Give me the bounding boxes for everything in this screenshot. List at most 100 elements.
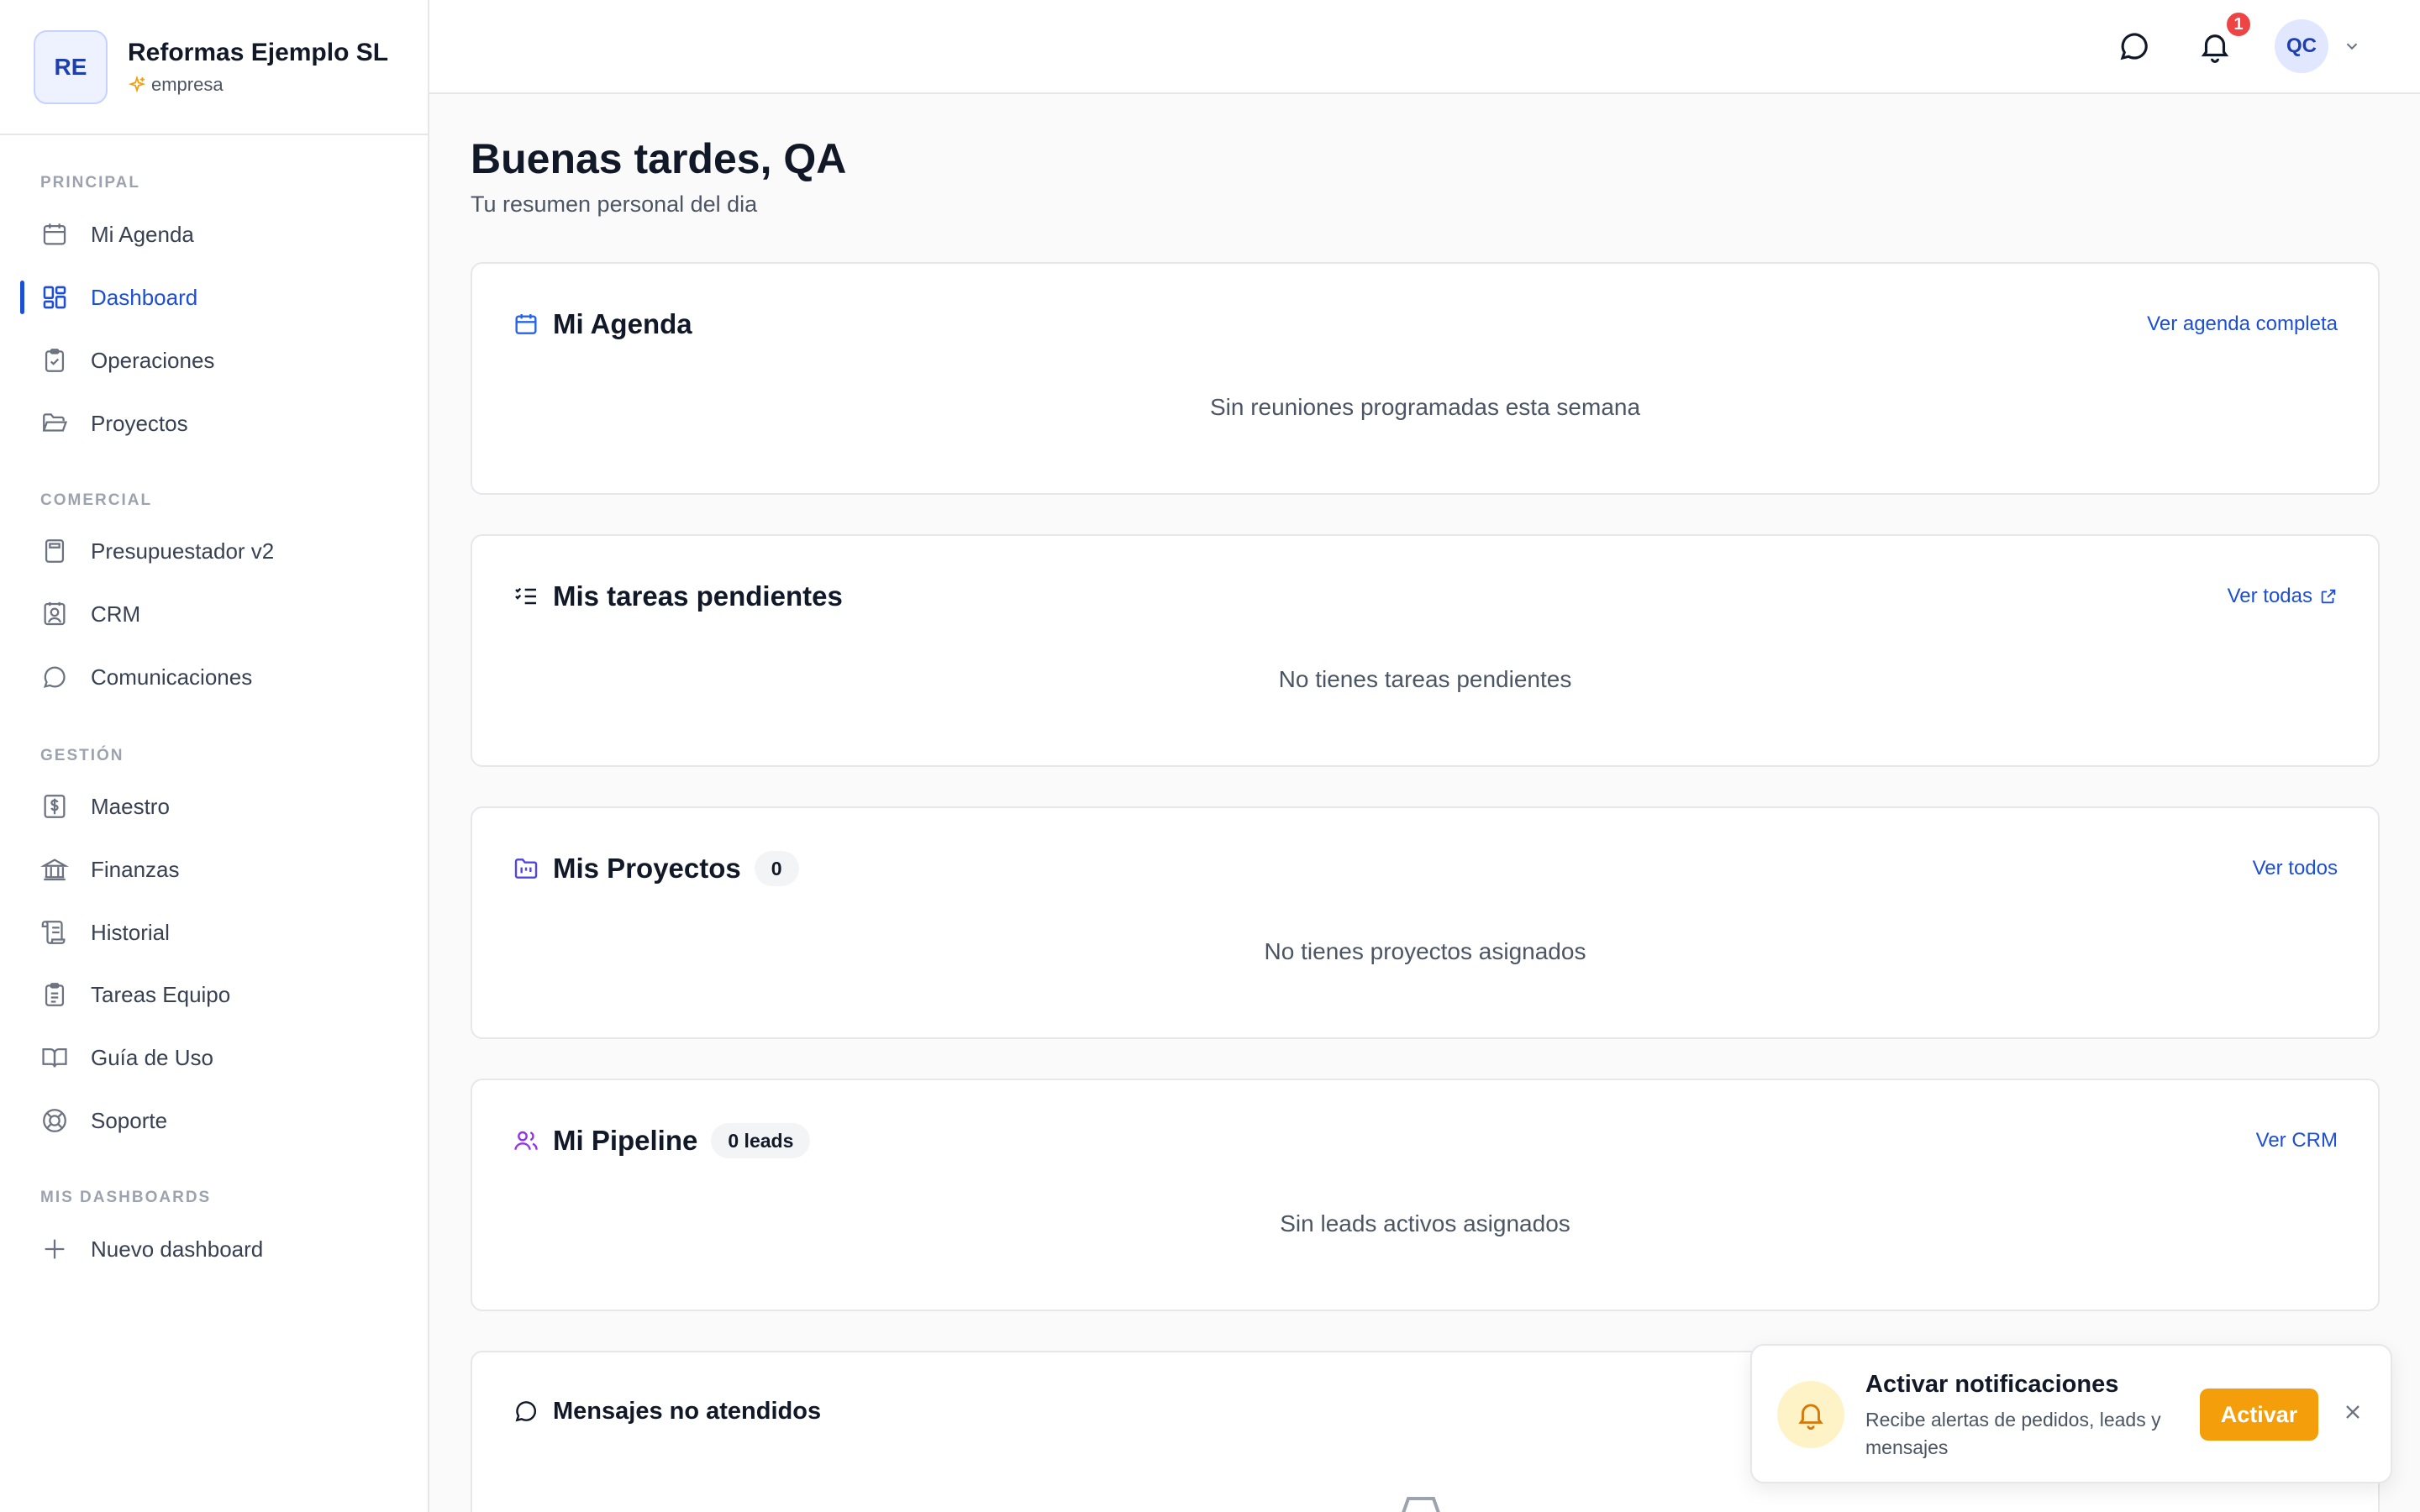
card-header: Mensajes no atendidos [513, 1393, 821, 1430]
external-link-icon [2321, 589, 2336, 604]
view-all-projects-link[interactable]: Ver todos [2253, 857, 2338, 880]
section-comercial-title: COMERCIAL [40, 491, 153, 509]
user-avatar[interactable]: QC [2275, 19, 2328, 73]
link-label: Ver CRM [2255, 1129, 2338, 1152]
sidebar-item-historial[interactable]: Historial [0, 907, 428, 958]
sidebar-item-operaciones[interactable]: Operaciones [0, 335, 428, 386]
sidebar-item-label: Proyectos [91, 410, 188, 436]
card-header: Mi Agenda [513, 306, 692, 343]
notification-count-badge: 1 [2224, 10, 2253, 39]
chevron-down-icon [2346, 43, 2358, 50]
sidebar-item-label: Guía de Uso [91, 1044, 213, 1070]
card-title: Mi Agenda [553, 308, 692, 339]
pipeline-card: Mi Pipeline 0 leads Ver CRM Sin leads ac… [471, 1079, 2380, 1311]
sidebar-item-label: Mi Agenda [91, 221, 194, 247]
card-title: Mis tareas pendientes [553, 580, 843, 612]
organization-type: empresa [128, 74, 388, 96]
toast-description: Recibe alertas de pedidos, leads y mensa… [1865, 1409, 2161, 1458]
empty-state-text: No tienes proyectos asignados [1264, 938, 1586, 964]
sidebar-item-dashboard[interactable]: Dashboard [0, 272, 428, 323]
sidebar-item-guia-de-uso[interactable]: Guía de Uso [0, 1032, 428, 1083]
sidebar-item-label: Comunicaciones [91, 664, 253, 690]
sidebar-item-comunicaciones[interactable]: Comunicaciones [0, 652, 428, 702]
sidebar-item-label: Historial [91, 919, 170, 945]
calendar-icon [43, 223, 66, 245]
calculator-icon [45, 539, 65, 563]
app-root: RE Reformas Ejemplo SL empresa PRINCIPAL… [0, 0, 2420, 1512]
user-menu-toggle[interactable] [2343, 37, 2361, 60]
calendar-icon [515, 314, 537, 334]
page-subtitle: Tu resumen personal del dia [471, 192, 758, 217]
sidebar-item-presupuestador[interactable]: Presupuestador v2 [0, 526, 428, 576]
sidebar-item-label: Finanzas [91, 856, 180, 882]
organization-info: Reformas Ejemplo SL empresa [128, 39, 388, 96]
users-icon [514, 1131, 538, 1150]
message-circle-icon [515, 1401, 536, 1422]
tasks-card: Mis tareas pendientes Ver todas No tiene… [471, 534, 2380, 767]
agenda-card: Mi Agenda Ver agenda completa Sin reunio… [471, 262, 2380, 495]
link-label: Ver todos [2252, 857, 2338, 879]
section-mis-dashboards-title: MIS DASHBOARDS [40, 1189, 212, 1206]
sidebar-item-label: Soporte [91, 1107, 168, 1133]
sidebar-item-label: Maestro [91, 793, 170, 819]
close-icon [2346, 1405, 2360, 1419]
close-toast-button[interactable] [2341, 1400, 2365, 1428]
toast-icon-wrapper [1777, 1381, 1844, 1448]
projects-card: Mis Proyectos 0 Ver todos No tienes proy… [471, 806, 2380, 1039]
card-header: Mi Pipeline 0 leads [513, 1122, 811, 1159]
projects-count-badge: 0 [754, 851, 799, 886]
new-dashboard-button[interactable]: Nuevo dashboard [0, 1224, 428, 1274]
contact-icon [44, 601, 66, 626]
link-label: Ver todas [2227, 585, 2312, 607]
folder-open-icon [42, 413, 68, 432]
card-title: Mis Proyectos [553, 853, 741, 884]
sidebar-item-label: CRM [91, 601, 141, 627]
messages-button[interactable] [2115, 27, 2154, 66]
toast-title: Activar notificaciones [1865, 1371, 2119, 1398]
sidebar: RE Reformas Ejemplo SL empresa PRINCIPAL… [0, 0, 429, 1512]
sidebar-item-label: Presupuestador v2 [91, 538, 275, 564]
activate-notifications-button[interactable]: Activar [2200, 1389, 2318, 1441]
view-full-agenda-link[interactable]: Ver agenda completa [2147, 312, 2338, 336]
sidebar-item-tareas-equipo[interactable]: Tareas Equipo [0, 969, 428, 1020]
notifications-button[interactable]: 1 [2196, 10, 2253, 66]
sidebar-item-proyectos[interactable]: Proyectos [0, 398, 428, 449]
empty-state-icon [1402, 1497, 1440, 1512]
page-title: Buenas tardes, QA [471, 135, 847, 182]
card-title: Mi Pipeline [553, 1125, 698, 1156]
dollar-square-icon [44, 795, 66, 818]
clipboard-check-icon [45, 349, 65, 372]
section-gestion-title: GESTIÓN [40, 747, 124, 764]
enable-notifications-toast: Activar notificaciones Recibe alertas de… [1750, 1344, 2392, 1483]
empty-state-text: Sin reuniones programadas esta semana [1209, 394, 1641, 420]
organization-type-label: empresa [151, 73, 224, 95]
card-header: Mis Proyectos 0 [513, 850, 799, 887]
section-principal-title: PRINCIPAL [40, 174, 140, 192]
card-header: Mis tareas pendientes [513, 578, 843, 615]
sidebar-item-mi-agenda[interactable]: Mi Agenda [0, 209, 428, 260]
view-all-tasks-link[interactable]: Ver todas [2228, 585, 2338, 608]
leads-count-badge: 0 leads [711, 1123, 811, 1158]
life-buoy-icon [43, 1109, 66, 1132]
sidebar-item-crm[interactable]: CRM [0, 589, 428, 639]
sidebar-item-label: Dashboard [91, 284, 198, 310]
clipboard-list-icon [45, 983, 65, 1006]
view-crm-link[interactable]: Ver CRM [2256, 1129, 2338, 1152]
organization-name: Reformas Ejemplo SL [128, 38, 389, 66]
dashboard-grid-icon [43, 286, 66, 309]
bank-icon [40, 858, 69, 881]
bell-icon [1798, 1404, 1823, 1430]
folder-kanban-icon [514, 858, 538, 879]
sidebar-item-soporte[interactable]: Soporte [0, 1095, 428, 1146]
sidebar-item-maestro[interactable]: Maestro [0, 781, 428, 832]
empty-state-text: No tienes tareas pendientes [1278, 666, 1572, 692]
book-open-icon [42, 1047, 67, 1068]
card-title: Mensajes no atendidos [553, 1397, 822, 1425]
plus-icon [45, 1239, 65, 1259]
empty-state-text: Sin leads activos asignados [1280, 1210, 1570, 1236]
sidebar-item-finanzas[interactable]: Finanzas [0, 844, 428, 895]
organization-header[interactable]: RE Reformas Ejemplo SL empresa [0, 0, 428, 135]
sidebar-item-label: Tareas Equipo [91, 981, 231, 1007]
message-circle-icon [2120, 33, 2148, 60]
organization-avatar: RE [34, 29, 108, 104]
